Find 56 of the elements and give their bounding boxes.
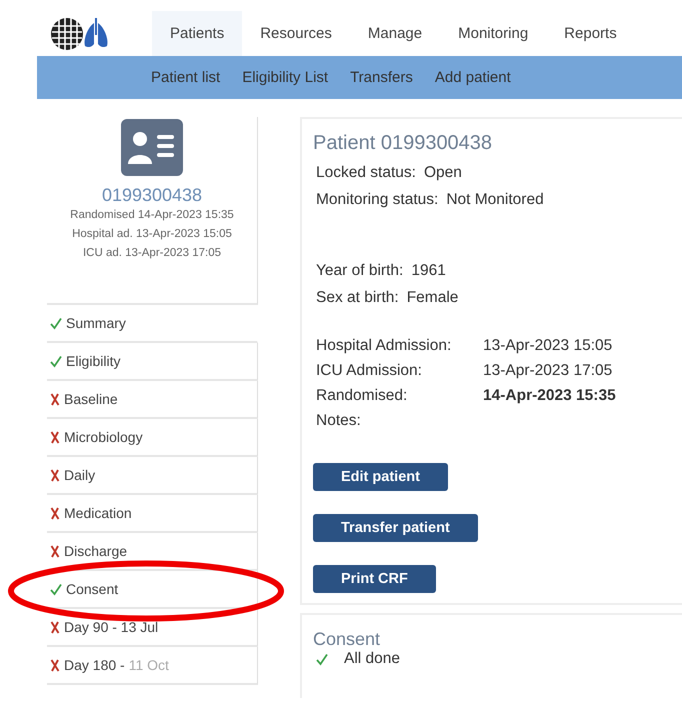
nav-tab[interactable]: Reports [546,11,635,56]
action-button[interactable]: Edit patient [313,463,448,491]
field-label: Randomised: [316,386,408,406]
field-value: 13-Apr-2023 17:05 [483,361,614,381]
field-value: 1961 [411,261,446,281]
field-label: Monitoring status: [316,190,438,210]
patient-title: Patient 0199300438 [313,132,494,155]
subnav-link[interactable]: Add patient [434,69,511,86]
field-value: 13-Apr-2023 15:05 [483,336,614,356]
subnav-link[interactable]: Eligibility List [242,69,328,86]
section-title: Consent [313,629,382,650]
nav-tab[interactable]: Resources [242,11,350,56]
sidebar-item[interactable]: Daily [47,457,258,495]
field-value: Open [424,163,462,183]
field-label: Hospital Admission: [316,336,452,356]
contact-card-icon [121,119,183,176]
nav-tab[interactable]: Monitoring [440,11,546,56]
sidebar-label: Summary [66,315,126,331]
sidebar-item[interactable]: Consent [47,571,258,609]
action-button[interactable]: Print CRF [313,565,436,593]
sidebar-item[interactable]: Day 90 - 13 Jul [47,609,258,647]
sidebar-label: Day 90 - 13 Jul [64,619,158,635]
sidebar-item[interactable]: Microbiology [47,419,258,457]
action-button[interactable]: Transfer patient [313,514,478,542]
subnav-link[interactable]: Patient list [151,69,220,86]
sidebar-label: Microbiology [64,429,143,445]
sidebar-label: Baseline [64,391,118,407]
nav-tab[interactable]: Manage [350,11,440,56]
sidebar-item[interactable]: Eligibility [47,343,258,381]
field-label: Locked status: [316,163,416,183]
sidebar-item[interactable]: Medication [47,495,258,533]
sidebar-item[interactable]: Baseline [47,381,258,419]
sidebar-label: Medication [64,505,132,521]
field-value: Not Monitored [446,190,544,210]
field-value: Female [406,288,458,308]
sidebar-label: Discharge [64,543,128,559]
patient-date: Hospital ad. 13-Apr-2023 15:05 [72,227,232,242]
sidebar-date: 11 Oct [128,657,169,673]
field-label: ICU Admission: [316,361,423,381]
patient-date: Randomised 14-Apr-2023 15:35 [70,208,234,223]
field-value: 14-Apr-2023 15:35 [483,386,617,406]
subnav-link[interactable]: Transfers [350,69,413,86]
sidebar-label: Day 180 - [64,657,125,673]
sidebar-item[interactable]: Summary [47,305,258,343]
sidebar-item[interactable]: Discharge [47,533,258,571]
sidebar-label: Daily [64,467,96,483]
sidebar-item[interactable]: Day 180 - 11 Oct [47,647,258,685]
field-label: Year of birth: [316,261,404,281]
sidebar-label: Eligibility [66,353,120,369]
patient-id: 0199300438 [102,185,202,206]
status-text: All done [344,650,400,668]
nav-tab[interactable]: Patients [152,11,242,56]
field-label: Sex at birth: [316,288,399,308]
patient-date: ICU ad. 13-Apr-2023 17:05 [82,246,222,261]
field-label: Notes: [316,411,362,431]
sidebar-label: Consent [66,581,118,597]
